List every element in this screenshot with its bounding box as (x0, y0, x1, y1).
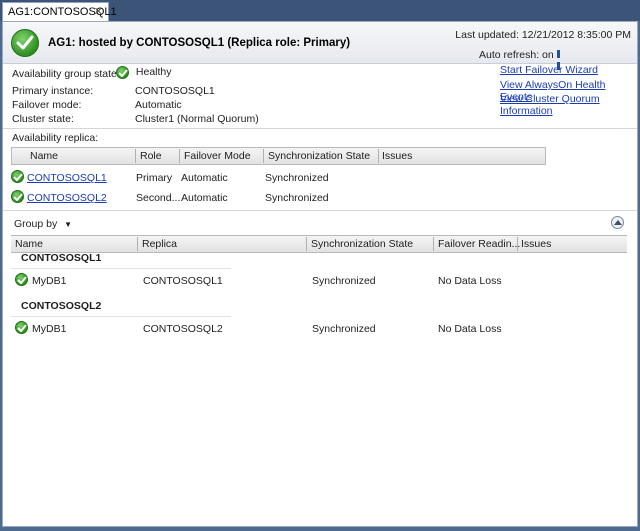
col-issues[interactable]: Issues (378, 150, 412, 162)
failover-mode-label: Failover mode: (12, 99, 82, 111)
replica-name-link[interactable]: CONTOSOSQL2 (27, 192, 107, 204)
divider (3, 210, 637, 211)
group-by-label: Group by (14, 218, 58, 230)
pause-icon[interactable] (557, 49, 565, 70)
db-failover: No Data Loss (438, 275, 502, 287)
group-underline (11, 268, 231, 269)
last-updated-text: Last updated: 12/21/2012 8:35:00 PM (455, 29, 631, 41)
col-failover-mode[interactable]: Failover Mode (180, 150, 251, 162)
replica-failover: Automatic (181, 172, 228, 184)
db-sync: Synchronized (312, 323, 376, 335)
col-role[interactable]: Role (136, 150, 162, 162)
healthy-check-icon (11, 29, 39, 57)
healthy-check-icon (11, 190, 24, 203)
dashboard-window: AG1:CONTOSOSQL1 ✕ AG1: hosted by CONTOSO… (0, 0, 640, 531)
dashboard-panel: AG1: hosted by CONTOSOSQL1 (Replica role… (2, 21, 638, 527)
replica-failover: Automatic (181, 192, 228, 204)
dashboard-header: AG1: hosted by CONTOSOSQL1 (Replica role… (3, 22, 637, 70)
db-replica: CONTOSOSQL2 (143, 323, 223, 335)
replica-grid-header: Name Role Failover Mode Synchronization … (11, 147, 546, 165)
cluster-state-label: Cluster state: (12, 113, 74, 125)
tab-ag1-contososql1[interactable]: AG1:CONTOSOSQL1 ✕ (2, 2, 117, 21)
replica-sync: Synchronized (265, 172, 329, 184)
group-label: CONTOSOSQL2 (21, 300, 102, 312)
col-name[interactable]: Name (11, 238, 43, 250)
primary-instance-label: Primary instance: (12, 85, 94, 97)
group-underline (11, 316, 231, 317)
close-icon[interactable]: ✕ (94, 5, 103, 18)
col-sync-state[interactable]: Synchronization State (307, 238, 413, 250)
healthy-check-icon (15, 273, 28, 286)
failover-mode-value: Automatic (135, 99, 182, 111)
database-grid-header: Name Replica Synchronization State Failo… (11, 235, 627, 253)
document-tab-strip: AG1:CONTOSOSQL1 ✕ (0, 0, 640, 21)
col-sync-state[interactable]: Synchronization State (264, 150, 370, 162)
healthy-check-icon (116, 66, 129, 79)
replica-sync: Synchronized (265, 192, 329, 204)
replica-role: Second... (136, 192, 181, 204)
ag-state-label: Availability group state: (12, 68, 120, 80)
ag-state-value: Healthy (116, 66, 172, 79)
db-replica: CONTOSOSQL1 (143, 275, 223, 287)
chevron-down-icon: ▼ (64, 220, 73, 229)
start-failover-wizard-link[interactable]: Start Failover Wizard (500, 64, 598, 76)
replica-name-link[interactable]: CONTOSOSQL1 (27, 172, 107, 184)
healthy-check-icon (15, 321, 28, 334)
divider (3, 128, 637, 129)
page-title: AG1: hosted by CONTOSOSQL1 (Replica role… (48, 37, 351, 49)
availability-replica-label: Availability replica: (12, 132, 99, 144)
group-label: CONTOSOSQL1 (21, 252, 102, 264)
col-failover-readiness[interactable]: Failover Readin... (434, 238, 520, 250)
view-quorum-info-link[interactable]: View Cluster Quorum Information (500, 93, 637, 117)
cluster-state-value: Cluster1 (Normal Quorum) (135, 113, 259, 125)
replica-role: Primary (136, 172, 173, 184)
ag-state-text: Healthy (135, 66, 172, 79)
healthy-check-icon (11, 170, 24, 183)
col-replica[interactable]: Replica (138, 238, 177, 250)
auto-refresh-text: Auto refresh: on (479, 49, 554, 61)
col-name[interactable]: Name (26, 150, 58, 162)
db-name: MyDB1 (32, 275, 67, 287)
col-issues[interactable]: Issues (517, 238, 551, 250)
group-by-dropdown[interactable]: Group by ▼ (14, 218, 72, 230)
db-failover: No Data Loss (438, 323, 502, 335)
db-sync: Synchronized (312, 275, 376, 287)
db-name: MyDB1 (32, 323, 67, 335)
primary-instance-value: CONTOSOSQL1 (135, 85, 215, 97)
collapse-icon[interactable] (611, 216, 624, 229)
